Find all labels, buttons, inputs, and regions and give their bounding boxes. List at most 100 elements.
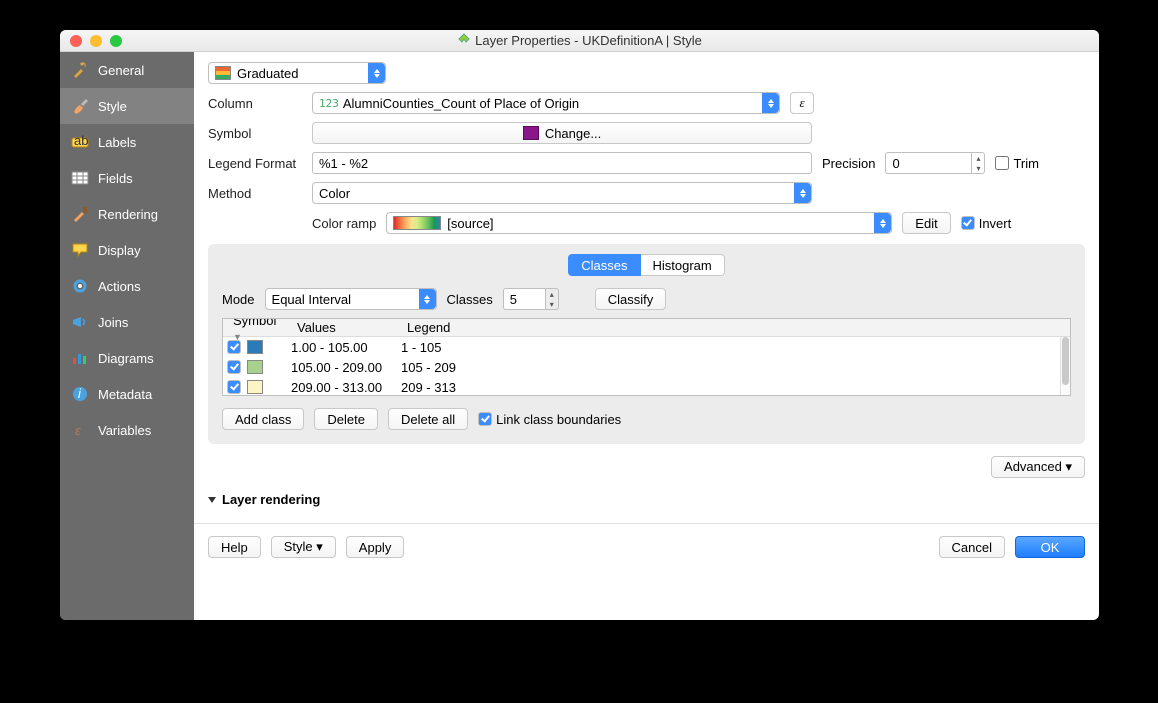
- sidebar-item-actions[interactable]: Actions: [60, 268, 194, 304]
- delete-all-button[interactable]: Delete all: [388, 408, 468, 430]
- stepper-buttons[interactable]: ▴▾: [545, 288, 559, 310]
- field-type-prefix: 123: [319, 97, 339, 110]
- row-legend: 1 - 105: [401, 340, 1070, 355]
- tooltip-icon: [70, 240, 90, 260]
- renderer-value: Graduated: [237, 66, 298, 81]
- sidebar-item-variables[interactable]: ε Variables: [60, 412, 194, 448]
- col-legend[interactable]: Legend: [401, 320, 1070, 335]
- sidebar-item-label: General: [98, 63, 144, 78]
- colorramp-preview: [393, 216, 441, 230]
- info-icon: i: [70, 384, 90, 404]
- window-title: Layer Properties - UKDefinitionA | Style: [475, 33, 702, 48]
- sidebar-item-general[interactable]: General: [60, 52, 194, 88]
- svg-text:ε: ε: [75, 423, 81, 438]
- stepper-buttons[interactable]: ▴▾: [971, 152, 985, 174]
- classes-stepper[interactable]: ▴▾: [503, 288, 559, 310]
- paint-icon: [70, 204, 90, 224]
- sidebar-item-metadata[interactable]: i Metadata: [60, 376, 194, 412]
- advanced-button[interactable]: Advanced ▾: [991, 456, 1085, 478]
- legend-format-label: Legend Format: [208, 156, 302, 171]
- style-menu-button[interactable]: Style ▾: [271, 536, 336, 558]
- expression-button[interactable]: ε: [790, 92, 814, 114]
- brush-icon: [70, 96, 90, 116]
- renderer-select[interactable]: Graduated: [208, 62, 386, 84]
- mode-select[interactable]: Equal Interval: [265, 288, 437, 310]
- megaphone-icon: [70, 312, 90, 332]
- chevron-updown-icon: [419, 289, 436, 309]
- row-legend: 105 - 209: [401, 360, 1070, 375]
- classify-panel: Classes Histogram Mode Equal Interval Cl…: [208, 244, 1085, 444]
- sidebar-item-label: Variables: [98, 423, 151, 438]
- apply-button[interactable]: Apply: [346, 536, 405, 558]
- sidebar-item-style[interactable]: Style: [60, 88, 194, 124]
- add-class-button[interactable]: Add class: [222, 408, 304, 430]
- colorramp-value: [source]: [447, 216, 493, 231]
- row-values: 1.00 - 105.00: [291, 340, 401, 355]
- gear-icon: [70, 276, 90, 296]
- tab-classes[interactable]: Classes: [568, 254, 640, 276]
- sidebar-item-label: Metadata: [98, 387, 152, 402]
- sidebar-item-label: Labels: [98, 135, 136, 150]
- invert-checkbox[interactable]: Invert: [961, 216, 1012, 231]
- qgis-icon: [457, 33, 471, 47]
- row-values: 209.00 - 313.00: [291, 380, 401, 395]
- symbol-label: Symbol: [208, 126, 302, 141]
- layer-rendering-disclosure[interactable]: Layer rendering: [208, 492, 1085, 507]
- classes-table[interactable]: Symbol ▼ Values Legend 1.00 - 105.00 1 -…: [222, 318, 1071, 396]
- scrollbar-thumb[interactable]: [1062, 337, 1069, 385]
- tab-histogram[interactable]: Histogram: [641, 254, 725, 276]
- classes-input[interactable]: [503, 288, 545, 310]
- symbol-change-button[interactable]: Change...: [312, 122, 812, 144]
- sidebar-item-joins[interactable]: Joins: [60, 304, 194, 340]
- sidebar-item-label: Display: [98, 243, 141, 258]
- classes-label: Classes: [447, 292, 493, 307]
- edit-ramp-button[interactable]: Edit: [902, 212, 950, 234]
- mode-value: Equal Interval: [272, 292, 352, 307]
- table-row[interactable]: 105.00 - 209.00 105 - 209: [223, 357, 1070, 377]
- color-swatch: [247, 380, 263, 394]
- row-checkbox[interactable]: [227, 340, 241, 354]
- scrollbar[interactable]: [1060, 337, 1070, 395]
- row-checkbox[interactable]: [227, 380, 241, 394]
- dialog-window: Layer Properties - UKDefinitionA | Style…: [60, 30, 1099, 620]
- precision-input[interactable]: [885, 152, 971, 174]
- legend-format-input[interactable]: [312, 152, 812, 174]
- graduated-icon: [215, 66, 231, 80]
- sidebar-item-fields[interactable]: Fields: [60, 160, 194, 196]
- chevron-updown-icon: [794, 183, 811, 203]
- help-button[interactable]: Help: [208, 536, 261, 558]
- classify-button[interactable]: Classify: [595, 288, 667, 310]
- sidebar-item-label: Fields: [98, 171, 133, 186]
- sidebar-item-label: Diagrams: [98, 351, 154, 366]
- method-select[interactable]: Color: [312, 182, 812, 204]
- titlebar: Layer Properties - UKDefinitionA | Style: [60, 30, 1099, 52]
- table-row[interactable]: 209.00 - 313.00 209 - 313: [223, 377, 1070, 396]
- row-checkbox[interactable]: [227, 360, 241, 374]
- link-boundaries-checkbox[interactable]: Link class boundaries: [478, 412, 621, 427]
- separator: [194, 523, 1099, 524]
- sidebar-item-label: Rendering: [98, 207, 158, 222]
- sidebar-item-rendering[interactable]: Rendering: [60, 196, 194, 232]
- trim-checkbox[interactable]: Trim: [995, 156, 1039, 171]
- sidebar-item-display[interactable]: Display: [60, 232, 194, 268]
- column-label: Column: [208, 96, 302, 111]
- ok-button[interactable]: OK: [1015, 536, 1085, 558]
- color-swatch: [247, 340, 263, 354]
- sidebar-item-diagrams[interactable]: Diagrams: [60, 340, 194, 376]
- colorramp-select[interactable]: [source]: [386, 212, 892, 234]
- col-values[interactable]: Values: [291, 320, 401, 335]
- svg-text:abc: abc: [74, 135, 89, 148]
- precision-stepper[interactable]: ▴▾: [885, 152, 985, 174]
- column-value: AlumniCounties_Count of Place of Origin: [343, 96, 579, 111]
- column-select[interactable]: 123 AlumniCounties_Count of Place of Ori…: [312, 92, 780, 114]
- table-row[interactable]: 1.00 - 105.00 1 - 105: [223, 337, 1070, 357]
- cancel-button[interactable]: Cancel: [939, 536, 1005, 558]
- delete-class-button[interactable]: Delete: [314, 408, 378, 430]
- checkbox-checked-icon: [478, 412, 492, 426]
- sidebar-item-labels[interactable]: abc Labels: [60, 124, 194, 160]
- label-icon: abc: [70, 132, 90, 152]
- chevron-down-icon: [208, 497, 216, 503]
- precision-label: Precision: [822, 156, 875, 171]
- col-symbol[interactable]: Symbol ▼: [227, 318, 291, 343]
- sidebar-item-label: Joins: [98, 315, 128, 330]
